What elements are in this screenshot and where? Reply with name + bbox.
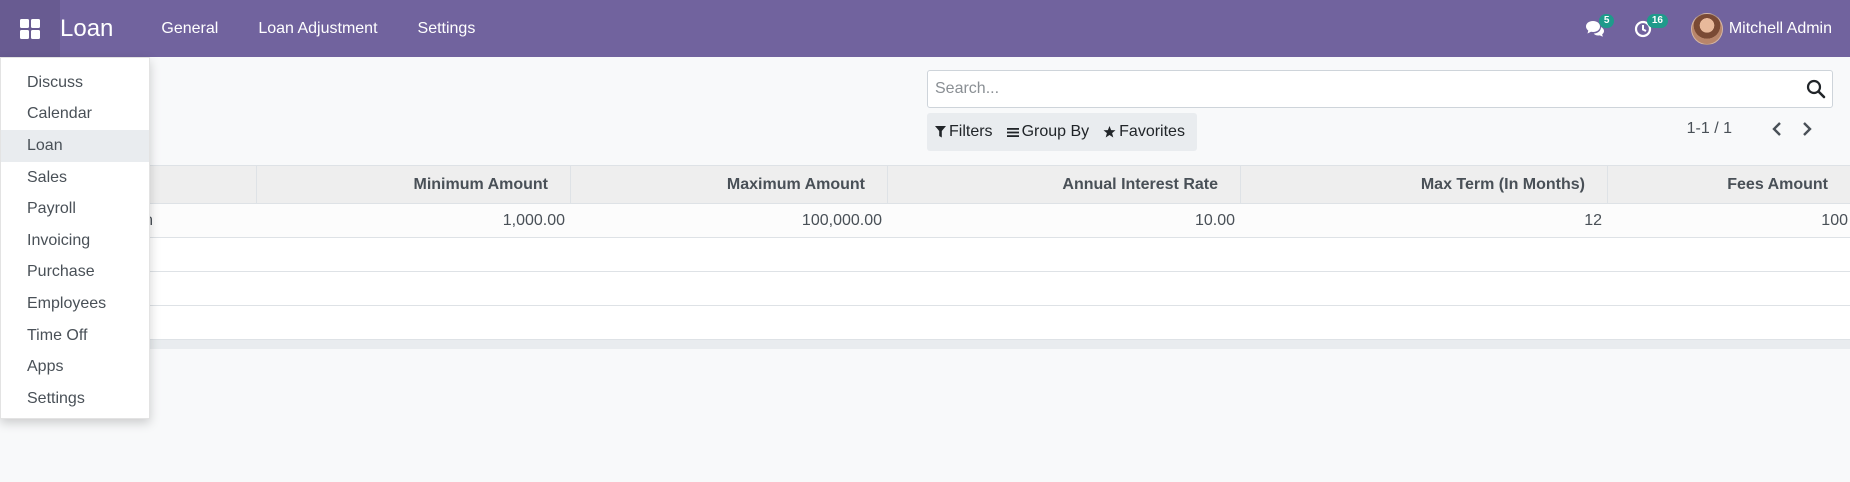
apps-menu-item-sales[interactable]: Sales	[1, 162, 149, 194]
filters-label: Filters	[949, 123, 993, 140]
menu-settings[interactable]: Settings	[418, 20, 476, 38]
group-by-label: Group By	[1021, 123, 1090, 140]
group-by-button[interactable]: Group By	[1006, 123, 1090, 141]
apps-menu-item-loan[interactable]: Loan	[1, 130, 149, 162]
column-header-maximum-amount[interactable]: Maximum Amount	[570, 166, 887, 204]
grid-icon	[20, 18, 40, 39]
filters-button[interactable]: Filters	[935, 123, 993, 141]
table-empty-row	[0, 306, 1850, 340]
search-icon[interactable]	[1806, 79, 1826, 99]
column-header-minimum-amount[interactable]: Minimum Amount	[256, 166, 570, 204]
table-empty-row	[0, 238, 1850, 272]
apps-menu-item-time-off[interactable]: Time Off	[1, 320, 149, 352]
table-row[interactable]: n 1,000.00 100,000.00 10.00 12 100	[0, 204, 1850, 238]
apps-menu-item-settings[interactable]: Settings	[1, 383, 149, 415]
favorites-button[interactable]: Favorites	[1103, 123, 1185, 141]
apps-menu-item-payroll[interactable]: Payroll	[1, 193, 149, 225]
menu-loan-adjustment[interactable]: Loan Adjustment	[258, 20, 377, 38]
table-footer	[0, 340, 1850, 349]
apps-menu-item-discuss[interactable]: Discuss	[1, 67, 149, 99]
chevron-left-icon	[1772, 122, 1781, 136]
apps-menu-button[interactable]	[0, 0, 60, 57]
filter-icon	[935, 126, 946, 138]
cell-minimum-amount: 1,000.00	[502, 212, 565, 229]
messages-badge: 5	[1598, 14, 1615, 28]
avatar	[1690, 12, 1723, 45]
menu-general[interactable]: General	[161, 20, 218, 38]
top-navbar: Loan General Loan Adjustment Settings 5 …	[0, 0, 1850, 57]
search-input[interactable]	[928, 71, 1788, 107]
user-name: Mitchell Admin	[1728, 19, 1832, 37]
search-options-bar: Filters Group By Favorites	[927, 113, 1197, 151]
apps-menu-item-invoicing[interactable]: Invoicing	[1, 225, 149, 257]
bars-icon	[1006, 127, 1019, 137]
pager: 1-1 / 1	[1687, 120, 1822, 138]
column-header-fees-amount[interactable]: Fees Amount	[1607, 166, 1850, 204]
app-brand[interactable]: Loan	[60, 15, 113, 43]
chevron-right-icon	[1803, 122, 1812, 136]
systray: 5 16 Mitchell Admin	[1575, 0, 1850, 57]
cell-max-term: 12	[1584, 212, 1602, 229]
apps-menu-item-employees[interactable]: Employees	[1, 288, 149, 320]
table-header: Minimum Amount Maximum Amount Annual Int…	[0, 165, 1850, 204]
star-icon	[1103, 126, 1116, 138]
pager-next-button[interactable]	[1792, 121, 1822, 137]
activities-button[interactable]: 16	[1623, 0, 1668, 57]
apps-menu-item-calendar[interactable]: Calendar	[1, 99, 149, 131]
pager-value[interactable]: 1-1 / 1	[1687, 120, 1732, 138]
column-header-max-term[interactable]: Max Term (In Months)	[1240, 166, 1607, 204]
cell-fees-amount: 100	[1821, 212, 1848, 229]
cell-annual-interest-rate: 10.00	[1194, 212, 1235, 229]
favorites-label: Favorites	[1119, 123, 1185, 140]
loan-list-table: Minimum Amount Maximum Amount Annual Int…	[0, 165, 1850, 349]
apps-menu-item-purchase[interactable]: Purchase	[1, 257, 149, 289]
apps-menu-item-apps[interactable]: Apps	[1, 351, 149, 383]
search-box	[927, 70, 1833, 108]
apps-dropdown-menu: Discuss Calendar Loan Sales Payroll Invoicing…	[0, 57, 150, 419]
pager-previous-button[interactable]	[1762, 121, 1792, 137]
column-header-annual-interest-rate[interactable]: Annual Interest Rate	[887, 166, 1240, 204]
activities-badge: 16	[1646, 14, 1668, 28]
messages-button[interactable]: 5	[1575, 0, 1615, 57]
cell-maximum-amount: 100,000.00	[801, 212, 882, 229]
table-empty-row	[0, 272, 1850, 306]
user-menu[interactable]: Mitchell Admin	[1690, 12, 1832, 45]
